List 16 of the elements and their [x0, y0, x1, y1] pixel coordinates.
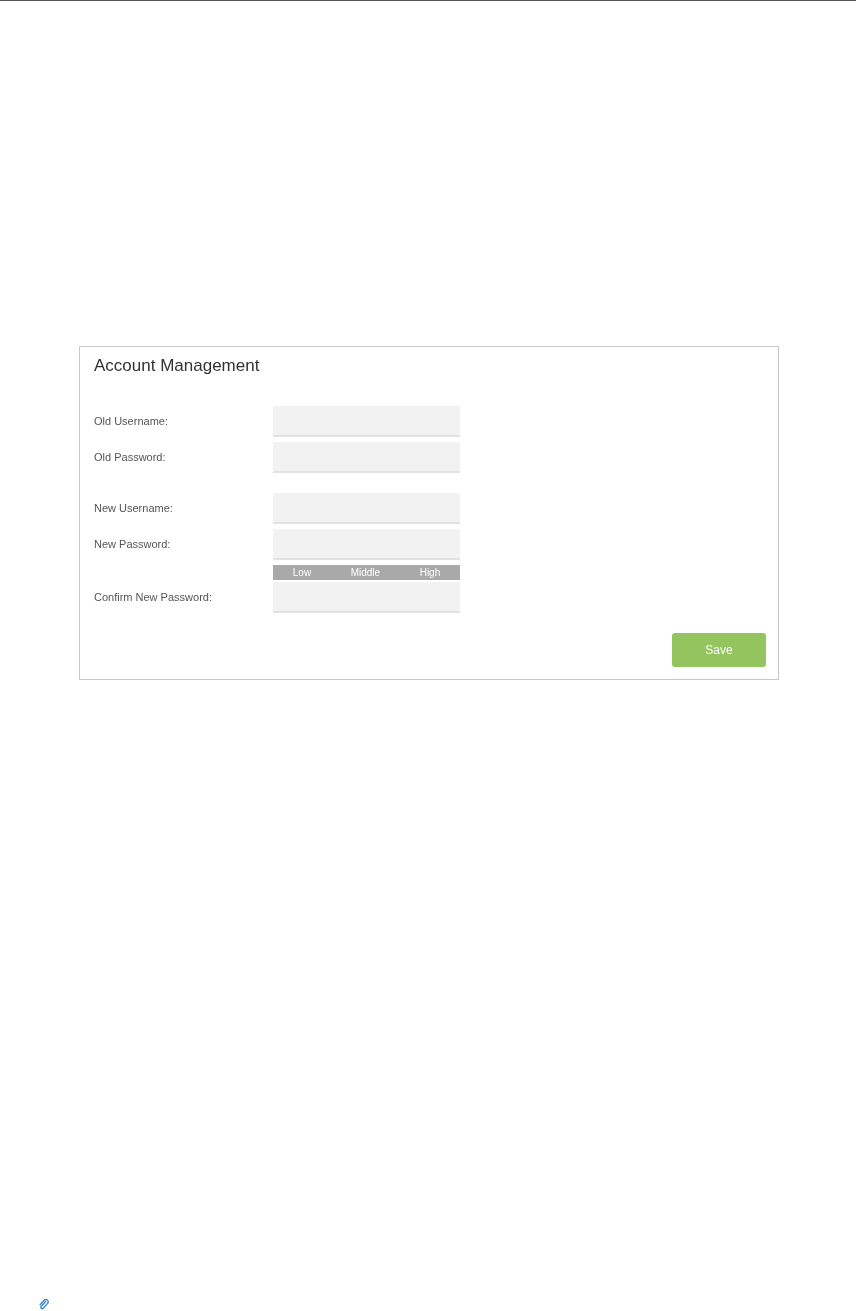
save-button[interactable]: Save — [672, 633, 766, 667]
input-field[interactable] — [273, 493, 460, 524]
input-field[interactable] — [273, 406, 460, 437]
panel-title: Account Management — [94, 355, 261, 377]
field-label: New Username: — [94, 501, 174, 517]
field-label: New Password: — [94, 537, 172, 553]
field-label: Confirm New Password: — [94, 590, 213, 606]
input-field[interactable] — [273, 529, 460, 560]
strength-label: High — [419, 567, 441, 578]
field-label: Old Password: — [94, 450, 167, 466]
input-field[interactable] — [273, 442, 460, 473]
paperclip-icon — [38, 1299, 50, 1311]
strength-label: Low — [292, 567, 312, 578]
strength-label: Middle — [350, 567, 381, 578]
input-field[interactable] — [273, 582, 460, 613]
field-label: Old Username: — [94, 414, 169, 430]
